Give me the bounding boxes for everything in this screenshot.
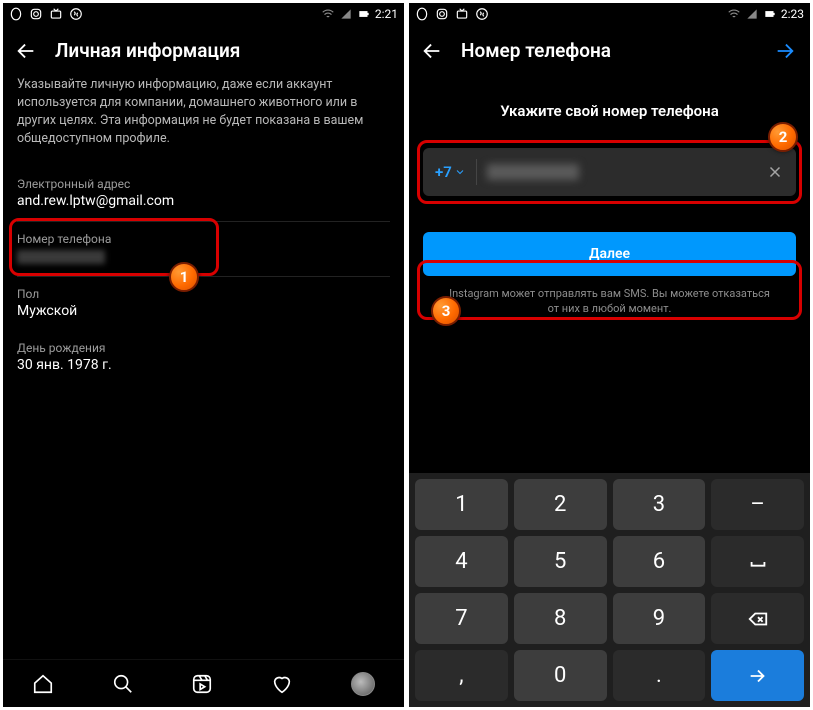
chevron-down-icon bbox=[454, 166, 466, 178]
country-code-selector[interactable]: +7 bbox=[435, 163, 466, 181]
tv-icon bbox=[455, 7, 469, 21]
opera-icon bbox=[9, 7, 23, 21]
key-0[interactable]: 0 bbox=[514, 650, 607, 701]
shazam-icon bbox=[69, 7, 83, 21]
app-header: Номер телефона bbox=[409, 25, 810, 76]
phone-number-blurred bbox=[487, 164, 579, 180]
page-title: Номер телефона bbox=[461, 39, 611, 62]
key-9[interactable]: 9 bbox=[613, 593, 706, 644]
key-comma[interactable]: , bbox=[415, 650, 508, 701]
reels-icon[interactable] bbox=[191, 673, 213, 695]
key-dot[interactable]: . bbox=[613, 650, 706, 701]
signal-icon bbox=[339, 7, 353, 21]
enter-phone-heading: Укажите свой номер телефона bbox=[423, 102, 796, 120]
birthday-label: День рождения bbox=[17, 341, 390, 355]
key-1[interactable]: 1 bbox=[415, 479, 508, 530]
phone-field[interactable]: Номер телефона bbox=[3, 222, 404, 276]
ig-icon bbox=[435, 7, 449, 21]
key-6[interactable]: 6 bbox=[613, 536, 706, 587]
birthday-field[interactable]: День рождения 30 янв. 1978 г. bbox=[3, 331, 404, 385]
phone-label: Номер телефона bbox=[17, 232, 390, 246]
bottom-nav bbox=[3, 659, 404, 707]
home-icon[interactable] bbox=[32, 673, 54, 695]
birthday-value: 30 янв. 1978 г. bbox=[17, 357, 390, 373]
profile-avatar[interactable] bbox=[351, 672, 375, 696]
gender-label: Пол bbox=[17, 287, 390, 301]
key-8[interactable]: 8 bbox=[514, 593, 607, 644]
key-dash[interactable]: – bbox=[711, 479, 804, 530]
status-time: 2:23 bbox=[781, 7, 804, 21]
battery-icon bbox=[763, 7, 777, 21]
info-description: Указывайте личную информацию, даже если … bbox=[3, 76, 404, 167]
app-header: Личная информация bbox=[3, 25, 404, 76]
key-7[interactable]: 7 bbox=[415, 593, 508, 644]
battery-icon bbox=[357, 7, 371, 21]
phone-input[interactable]: +7 bbox=[423, 148, 796, 196]
key-2[interactable]: 2 bbox=[514, 479, 607, 530]
email-label: Электронный адрес bbox=[17, 177, 390, 191]
heart-icon[interactable] bbox=[271, 673, 293, 695]
gender-field[interactable]: Пол Мужской bbox=[3, 277, 404, 331]
status-bar: 2:21 bbox=[3, 3, 404, 25]
left-screen: 2:21 Личная информация Указывайте личную… bbox=[3, 3, 404, 707]
numeric-keypad: 1 2 3 – 4 5 6 7 8 9 , 0 . bbox=[409, 473, 810, 707]
key-space[interactable] bbox=[711, 536, 804, 587]
forward-icon[interactable] bbox=[774, 40, 796, 62]
status-time: 2:21 bbox=[375, 7, 398, 21]
page-title: Личная информация bbox=[55, 39, 240, 62]
sms-hint: Instagram может отправлять вам SMS. Вы м… bbox=[423, 286, 796, 317]
opera-icon bbox=[415, 7, 429, 21]
right-screen: 2:23 Номер телефона Укажите свой номер т… bbox=[409, 3, 810, 707]
signal-icon bbox=[745, 7, 759, 21]
back-icon[interactable] bbox=[421, 40, 443, 62]
key-5[interactable]: 5 bbox=[514, 536, 607, 587]
key-4[interactable]: 4 bbox=[415, 536, 508, 587]
key-backspace[interactable] bbox=[711, 593, 804, 644]
ig-icon bbox=[29, 7, 43, 21]
back-icon[interactable] bbox=[15, 40, 37, 62]
tv-icon bbox=[49, 7, 63, 21]
key-enter[interactable] bbox=[711, 650, 804, 701]
clear-icon[interactable] bbox=[766, 163, 784, 181]
next-button[interactable]: Далее bbox=[423, 232, 796, 276]
status-bar: 2:23 bbox=[409, 3, 810, 25]
wifi-icon bbox=[727, 7, 741, 21]
gender-value: Мужской bbox=[17, 303, 390, 319]
email-value: and.rew.lptw@gmail.com bbox=[17, 193, 390, 209]
phone-value-blurred bbox=[17, 250, 105, 264]
key-3[interactable]: 3 bbox=[613, 479, 706, 530]
email-field[interactable]: Электронный адрес and.rew.lptw@gmail.com bbox=[3, 167, 404, 221]
wifi-icon bbox=[321, 7, 335, 21]
search-icon[interactable] bbox=[112, 673, 134, 695]
shazam-icon bbox=[475, 7, 489, 21]
